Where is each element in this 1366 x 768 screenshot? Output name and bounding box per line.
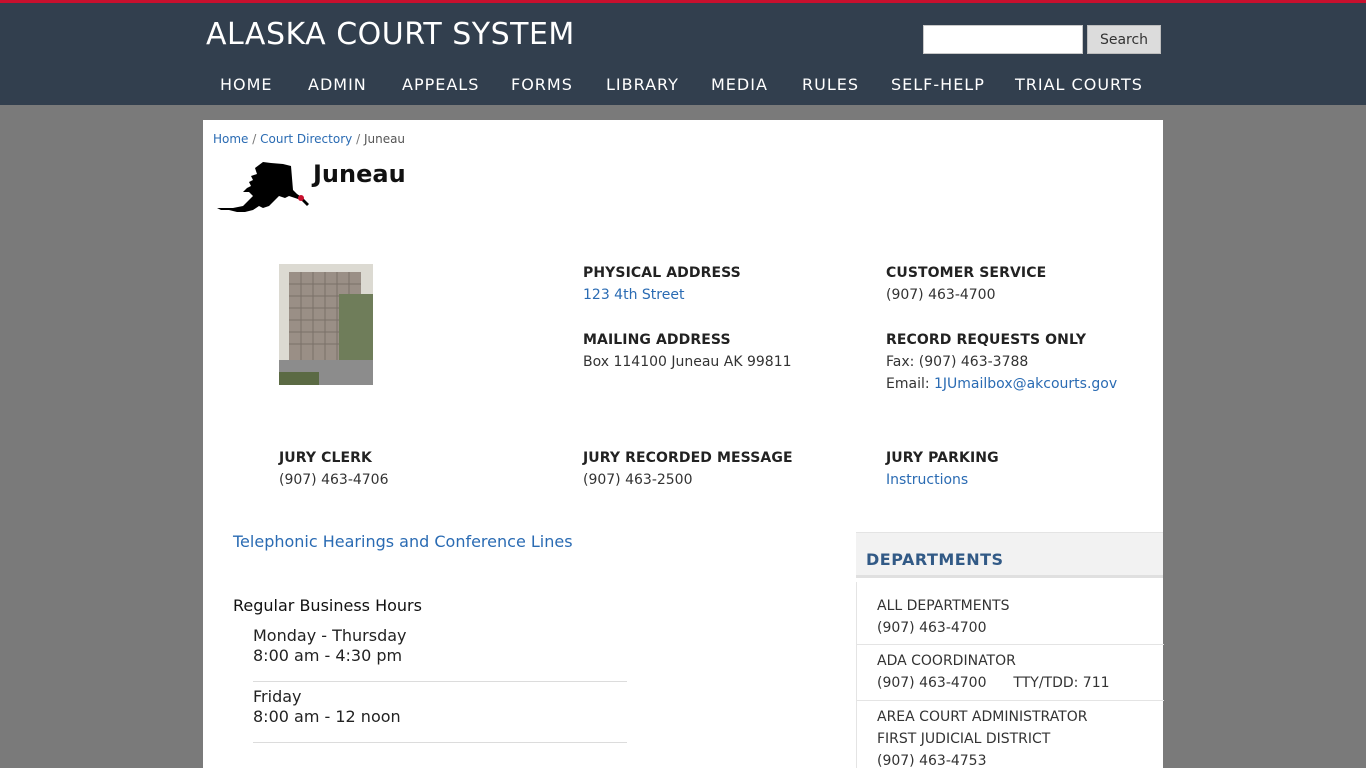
jury-clerk: JURY CLERK (907) 463-4706	[279, 447, 389, 491]
record-requests: RECORD REQUESTS ONLY Fax: (907) 463-3788…	[886, 329, 1117, 395]
site-title[interactable]: ALASKA COURT SYSTEM	[206, 17, 575, 52]
jury-recorded-message-phone: (907) 463-2500	[583, 472, 693, 488]
customer-service: CUSTOMER SERVICE (907) 463-4700	[886, 262, 1046, 306]
department-name: AREA COURT ADMINISTRATOR	[877, 709, 1088, 725]
page-title: Juneau	[313, 160, 406, 188]
breadcrumb-court-directory[interactable]: Court Directory	[260, 132, 352, 146]
divider	[857, 644, 1164, 645]
hours-time: 8:00 am - 4:30 pm	[253, 646, 403, 665]
nav-forms[interactable]: FORMS	[511, 75, 573, 94]
department-phone: (907) 463-4700	[877, 675, 987, 691]
divider	[253, 742, 627, 743]
search-button[interactable]: Search	[1087, 25, 1161, 54]
hours-block-friday: Friday 8:00 am - 12 noon	[253, 687, 627, 727]
department-item: ADA COORDINATOR (907) 463-4700 TTY/TDD: …	[877, 650, 1110, 694]
hours-days: Friday	[253, 687, 302, 706]
customer-service-phone: (907) 463-4700	[886, 287, 996, 303]
nav-rules[interactable]: RULES	[802, 75, 859, 94]
jury-parking-instructions-link[interactable]: Instructions	[886, 472, 968, 488]
physical-address-link[interactable]: 123 4th Street	[583, 287, 684, 303]
jury-parking-label: JURY PARKING	[886, 450, 999, 466]
divider	[857, 700, 1164, 701]
hours-days: Monday - Thursday	[253, 626, 407, 645]
record-requests-email-row: Email: 1JUmailbox@akcourts.gov	[886, 373, 1117, 395]
mailing-address-label: MAILING ADDRESS	[583, 332, 731, 348]
jury-recorded-message-label: JURY RECORDED MESSAGE	[583, 450, 793, 466]
hours-time: 8:00 am - 12 noon	[253, 707, 401, 726]
jury-parking: JURY PARKING Instructions	[886, 447, 999, 491]
record-requests-label: RECORD REQUESTS ONLY	[886, 332, 1087, 348]
jury-clerk-phone: (907) 463-4706	[279, 472, 389, 488]
nav-library[interactable]: LIBRARY	[606, 75, 679, 94]
mailing-address-value: Box 114100 Juneau AK 99811	[583, 354, 792, 370]
department-tty: TTY/TDD: 711	[1013, 675, 1110, 691]
business-hours-heading: Regular Business Hours	[233, 596, 422, 615]
department-name: ADA COORDINATOR	[877, 653, 1016, 669]
department-item: ALL DEPARTMENTS (907) 463-4700	[877, 595, 1009, 639]
jury-clerk-label: JURY CLERK	[279, 450, 372, 466]
courthouse-photo	[279, 264, 373, 385]
department-name: ALL DEPARTMENTS	[877, 598, 1010, 614]
department-contact-row: (907) 463-4700 TTY/TDD: 711	[877, 672, 1110, 694]
record-requests-fax: Fax: (907) 463-3788	[886, 354, 1029, 370]
nav-self-help[interactable]: SELF-HELP	[891, 75, 985, 94]
record-requests-email-link[interactable]: 1JUmailbox@akcourts.gov	[934, 376, 1117, 392]
nav-media[interactable]: MEDIA	[711, 75, 768, 94]
physical-address: PHYSICAL ADDRESS 123 4th Street	[583, 262, 741, 306]
content-panel: Home / Court Directory / Juneau Juneau P…	[203, 120, 1164, 768]
departments-panel: DEPARTMENTS ALL DEPARTMENTS (907) 463-47…	[856, 532, 1164, 768]
nav-admin[interactable]: ADMIN	[308, 75, 367, 94]
search-input[interactable]	[923, 25, 1083, 54]
nav-appeals[interactable]: APPEALS	[402, 75, 479, 94]
breadcrumb: Home / Court Directory / Juneau	[213, 132, 405, 146]
departments-heading: DEPARTMENTS	[866, 550, 1004, 569]
divider	[253, 681, 627, 682]
hours-block-mon-thu: Monday - Thursday 8:00 am - 4:30 pm	[253, 626, 627, 666]
customer-service-label: CUSTOMER SERVICE	[886, 265, 1047, 281]
nav-trial-courts[interactable]: TRIAL COURTS	[1015, 75, 1143, 94]
site-header: ALASKA COURT SYSTEM Search HOME ADMIN AP…	[0, 3, 1366, 105]
mailing-address: MAILING ADDRESS Box 114100 Juneau AK 998…	[583, 329, 792, 373]
jury-recorded-message: JURY RECORDED MESSAGE (907) 463-2500	[583, 447, 793, 491]
department-item: AREA COURT ADMINISTRATOR FIRST JUDICIAL …	[877, 706, 1088, 768]
alaska-map-icon	[217, 162, 309, 212]
record-requests-email-prefix: Email:	[886, 376, 930, 392]
physical-address-label: PHYSICAL ADDRESS	[583, 265, 741, 281]
department-phone: (907) 463-4753	[877, 753, 987, 768]
nav-home[interactable]: HOME	[220, 75, 273, 94]
breadcrumb-separator: /	[356, 132, 361, 146]
breadcrumb-current: Juneau	[363, 132, 406, 146]
breadcrumb-separator: /	[252, 132, 257, 146]
departments-list: ALL DEPARTMENTS (907) 463-4700 ADA COORD…	[856, 582, 1164, 768]
telephonic-hearings-link[interactable]: Telephonic Hearings and Conference Lines	[233, 532, 573, 551]
breadcrumb-home[interactable]: Home	[213, 132, 248, 146]
departments-header: DEPARTMENTS	[856, 532, 1163, 578]
department-phone: (907) 463-4700	[877, 620, 987, 636]
department-subtitle: FIRST JUDICIAL DISTRICT	[877, 731, 1051, 747]
